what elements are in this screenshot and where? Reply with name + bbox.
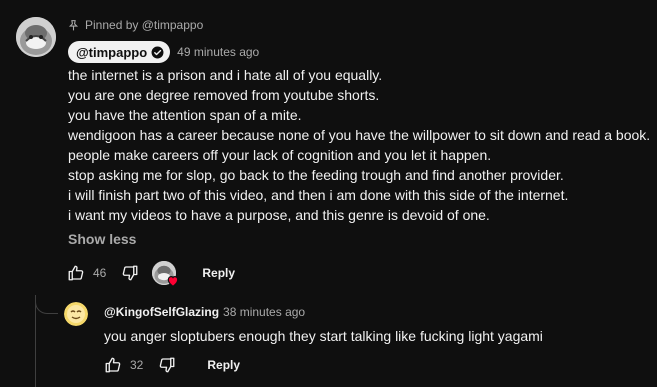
comment-line: you are one degree removed from youtube … [68,87,380,103]
thumbs-down-icon[interactable] [157,355,177,375]
like-count: 32 [130,358,144,372]
reply-timestamp[interactable]: 38 minutes ago [223,305,305,319]
reply-button[interactable]: Reply [207,358,240,372]
author-name-chip[interactable]: @timpappo [68,41,171,63]
thumbs-down-icon[interactable] [120,263,140,283]
thumbs-up-icon[interactable] [103,355,123,375]
comment-line: you have the attention span of a mite. [68,107,302,123]
author-avatar[interactable] [16,17,56,57]
comment-line: people make careers off your lack of cog… [68,147,492,163]
reply-button[interactable]: Reply [202,266,235,280]
comment-header: @timpappo 49 minutes ago [68,41,259,63]
reply-author-name[interactable]: @KingofSelfGlazing [104,305,219,319]
comment-line: wendigoon has a career because none of y… [68,127,651,143]
verified-check-icon [151,46,164,59]
pinned-indicator: Pinned by @timpappo [67,17,203,33]
author-name[interactable]: @timpappo [76,45,147,60]
heart-icon [166,274,180,288]
pinned-label: Pinned by @timpappo [85,18,204,32]
reply-text: you anger sloptubers enough they start t… [104,328,543,344]
reply-author-avatar[interactable] [64,302,88,326]
thread-connector [35,295,58,314]
comment-actions: 46 Reply [66,261,235,288]
thread-line [35,295,36,387]
comment-line: the internet is a prison and i hate all … [68,67,383,83]
comment-timestamp[interactable]: 49 minutes ago [177,45,259,59]
creator-heart-icon [152,261,180,288]
thumbs-up-icon[interactable] [66,263,86,283]
comment-line: stop asking me for slop, go back to the … [68,167,564,183]
show-less-button[interactable]: Show less [68,231,136,247]
comment-text: the internet is a prison and i hate all … [68,65,651,225]
reply-actions: 32 Reply [103,353,240,377]
pin-icon [67,19,80,32]
comment-line: i will finish part two of this video, an… [68,187,569,203]
like-count: 46 [93,266,107,280]
comment-line: i want my videos to have a purpose, and … [68,207,490,223]
reply-header: @KingofSelfGlazing 38 minutes ago [104,304,305,320]
